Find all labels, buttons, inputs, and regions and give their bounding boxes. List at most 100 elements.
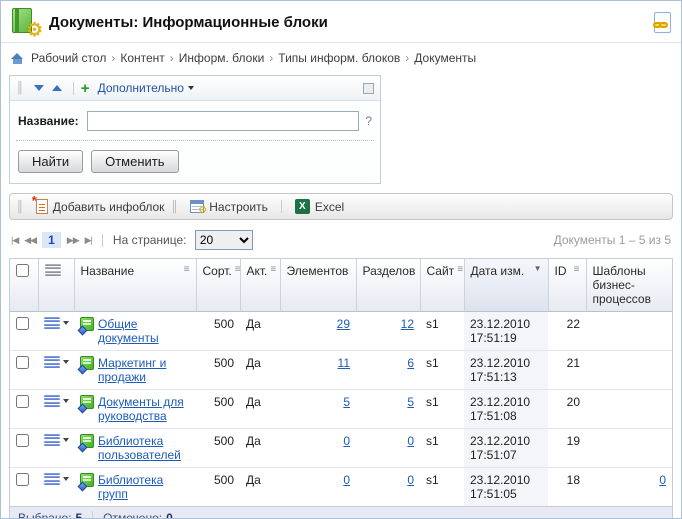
column-header-modified[interactable]: Дата изм.▼ (464, 259, 548, 312)
column-header-name[interactable]: Название≡ (74, 259, 196, 312)
page-header: ⚙ Документы: Информационные блоки (1, 1, 681, 43)
last-page-icon[interactable]: ▶| (85, 235, 92, 246)
grid-footer: Выбрано: 5 Отмечено: 0 (10, 506, 672, 519)
expand-filter-icon[interactable] (52, 85, 62, 91)
filter-more-label: Дополнительно (98, 81, 184, 95)
plus-icon: + (81, 80, 90, 97)
drag-handle-icon[interactable]: ║ (16, 82, 23, 94)
sections-count-link[interactable]: 0 (407, 434, 414, 448)
column-menu-icon[interactable]: ≡ (184, 264, 190, 275)
drag-handle-icon[interactable]: ║ (16, 201, 23, 213)
sections-count-link[interactable]: 12 (401, 317, 414, 331)
sort-desc-icon[interactable]: ▼ (534, 264, 542, 273)
excel-export-button[interactable]: X Excel (295, 199, 344, 214)
column-menu-icon[interactable]: ≡ (574, 264, 580, 275)
elements-count-link[interactable]: 0 (343, 434, 350, 448)
name-filter-input[interactable] (87, 111, 360, 131)
sort-value: 500 (196, 351, 240, 390)
add-infoblock-button[interactable]: * Добавить инфоблок (36, 199, 165, 214)
infoblock-icon (80, 356, 95, 371)
site-value: s1 (420, 468, 464, 507)
table-row: Общие документы 500 Да 29 12 s1 23.12.20… (10, 312, 672, 351)
name-filter-label: Название: (18, 114, 79, 128)
per-page-select[interactable]: 20 (195, 230, 253, 250)
elements-count-link[interactable]: 29 (337, 317, 350, 331)
collapse-filter-icon[interactable] (34, 85, 44, 91)
copy-link-icon[interactable] (654, 12, 671, 33)
breadcrumb-item-infoblock-types[interactable]: Типы информ. блоков (278, 51, 400, 65)
chevron-down-icon (63, 477, 69, 481)
active-value: Да (240, 429, 280, 468)
row-checkbox[interactable] (16, 473, 29, 486)
cancel-button[interactable]: Отменить (91, 150, 178, 173)
infoblock-name-link[interactable]: Маркетинг и продажи (98, 356, 190, 384)
sort-value: 500 (196, 312, 240, 351)
filter-more-button[interactable]: + Дополнительно (81, 80, 194, 97)
id-value: 20 (548, 390, 586, 429)
column-menu-icon[interactable]: ≡ (235, 264, 241, 275)
row-checkbox[interactable] (16, 356, 29, 369)
elements-count-link[interactable]: 5 (343, 395, 350, 409)
help-icon[interactable]: ? (365, 114, 372, 128)
column-header-id[interactable]: ID≡ (548, 259, 586, 312)
sections-count-link[interactable]: 0 (407, 473, 414, 487)
elements-count-link[interactable]: 11 (338, 356, 350, 370)
home-icon[interactable] (11, 53, 24, 64)
filter-settings-button[interactable] (363, 83, 374, 94)
prev-page-icon[interactable]: ◀◀ (24, 235, 36, 246)
infoblock-name-link[interactable]: Библиотека пользователей (98, 434, 190, 462)
row-checkbox[interactable] (16, 317, 29, 330)
row-checkbox[interactable] (16, 395, 29, 408)
column-header-active[interactable]: Акт.≡ (240, 259, 280, 312)
table-row: Маркетинг и продажи 500 Да 11 6 s1 23.12… (10, 351, 672, 390)
active-value: Да (240, 351, 280, 390)
id-value: 18 (548, 468, 586, 507)
breadcrumb-item-desktop[interactable]: Рабочий стол (31, 51, 106, 65)
infoblock-book-gear-icon: ⚙ (11, 7, 41, 37)
breadcrumb-item-content[interactable]: Контент (120, 51, 164, 65)
table-row: Библиотека групп 500 Да 0 0 s1 23.12.201… (10, 468, 672, 507)
sections-count-link[interactable]: 5 (407, 395, 414, 409)
row-menu-button[interactable] (44, 356, 68, 368)
add-infoblock-label: Добавить инфоблок (53, 200, 165, 214)
row-menu-button[interactable] (44, 395, 68, 407)
current-page-number: 1 (42, 232, 61, 248)
per-page-label: На странице: (113, 233, 187, 247)
filter-panel: ║ + Дополнительно Название: ? Найти Отме… (9, 75, 381, 184)
column-header-elements[interactable]: Элементов (280, 259, 356, 312)
active-value: Да (240, 468, 280, 507)
next-page-icon[interactable]: ▶▶ (67, 235, 79, 246)
row-menu-button[interactable] (44, 473, 68, 485)
column-menu-icon[interactable]: ≡ (457, 264, 463, 275)
select-all-checkbox[interactable] (16, 264, 29, 277)
table-row: Документы для руководства 500 Да 5 5 s1 … (10, 390, 672, 429)
column-header-site[interactable]: Сайт≡ (420, 259, 464, 312)
configure-button[interactable]: ⚙ Настроить (190, 200, 268, 214)
column-menu-icon[interactable]: ≡ (270, 264, 276, 275)
row-menu-button[interactable] (44, 434, 68, 446)
breadcrumb-item-infoblocks[interactable]: Информ. блоки (179, 51, 265, 65)
infoblock-name-link[interactable]: Библиотека групп (98, 473, 190, 501)
column-header-bp-templates[interactable]: Шаблоны бизнес-процессов (586, 259, 672, 312)
infoblock-name-link[interactable]: Документы для руководства (98, 395, 190, 423)
infoblock-icon (80, 395, 95, 410)
row-checkbox[interactable] (16, 434, 29, 447)
sections-count-link[interactable]: 6 (407, 356, 414, 370)
row-menu-button[interactable] (44, 317, 68, 329)
column-header-sections[interactable]: Разделов (356, 259, 420, 312)
find-button[interactable]: Найти (18, 150, 83, 173)
excel-icon: X (295, 199, 310, 214)
table-row: Библиотека пользователей 500 Да 0 0 s1 2… (10, 429, 672, 468)
modified-value: 23.12.201017:51:08 (464, 390, 548, 429)
bp-templates-link[interactable]: 0 (659, 473, 666, 487)
elements-count-link[interactable]: 0 (343, 473, 350, 487)
first-page-icon[interactable]: |◀ (11, 235, 18, 246)
filter-buttons: Найти Отменить (10, 141, 380, 183)
breadcrumb-separator: › (269, 51, 273, 65)
infoblock-name-link[interactable]: Общие документы (98, 317, 190, 345)
site-value: s1 (420, 351, 464, 390)
toolbar: ║ * Добавить инфоблок ║ ⚙ Настроить X Ex… (9, 193, 673, 220)
sort-value: 500 (196, 390, 240, 429)
breadcrumb-item-documents[interactable]: Документы (414, 51, 476, 65)
column-header-sort[interactable]: Сорт.≡ (196, 259, 240, 312)
